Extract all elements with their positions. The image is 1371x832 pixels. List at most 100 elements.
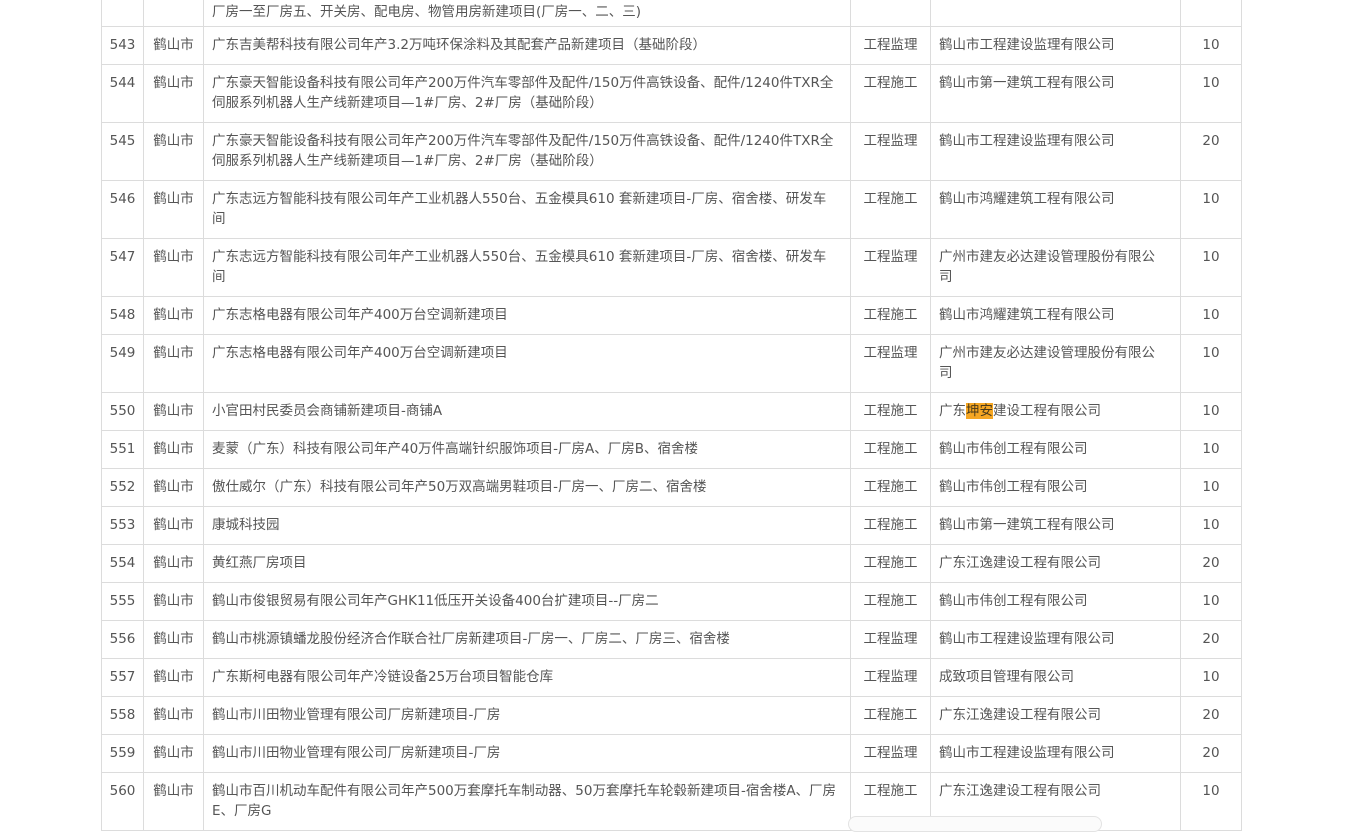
cell-type: 工程施工: [850, 506, 931, 545]
table-row: 554 鹤山市 黄红燕厂房项目 工程施工 广东江逸建设工程有限公司 20: [101, 544, 1242, 583]
cell-type: 工程施工: [850, 544, 931, 583]
cell-score: 10: [1180, 430, 1242, 469]
cell-city: 鹤山市: [143, 26, 204, 65]
table-row: 543 鹤山市 广东吉美帮科技有限公司年产3.2万吨环保涂料及其配套产品新建项目（基…: [101, 26, 1242, 65]
cell-type: 工程监理: [850, 334, 931, 393]
cell-project-text: 楼、配电房新建项目(厂房一、厂房八); 鹤山市址山镇四九村禾房股份经济合作社鹤山…: [212, 4, 642, 20]
cell-score: 10: [1180, 26, 1242, 65]
cell-score: [1180, 0, 1242, 27]
cell-city: 鹤山市: [143, 658, 204, 697]
cell-no: 545: [101, 122, 144, 181]
cell-type: 工程施工: [850, 64, 931, 123]
cell-no: 547: [101, 238, 144, 297]
cell-no: 551: [101, 430, 144, 469]
cell-company: 鹤山市鸿耀建筑工程有限公司: [930, 180, 1181, 239]
cell-project: 黄红燕厂房项目: [203, 544, 851, 583]
table-row: 549 鹤山市 广东志格电器有限公司年产400万台空调新建项目 工程监理 广州市建友必达…: [101, 334, 1242, 393]
cell-city: 鹤山市: [143, 64, 204, 123]
cell-no: 558: [101, 696, 144, 735]
cell-score: 10: [1180, 772, 1242, 831]
cell-no: 557: [101, 658, 144, 697]
cell-score: 20: [1180, 620, 1242, 659]
table-row: 547 鹤山市 广东志远方智能科技有限公司年产工业机器人550台、五金模具610 套…: [101, 238, 1242, 297]
cell-city: 鹤山市: [143, 506, 204, 545]
cell-score: 10: [1180, 468, 1242, 507]
floating-widget-edge[interactable]: [848, 816, 1102, 832]
cell-score: 20: [1180, 734, 1242, 773]
cell-type: 工程监理: [850, 238, 931, 297]
cell-company: 鹤山市伟创工程有限公司: [930, 430, 1181, 469]
cell-type: 工程监理: [850, 620, 931, 659]
cell-no: 544: [101, 64, 144, 123]
cell-company: 广东江逸建设工程有限公司: [930, 544, 1181, 583]
cell-type: [850, 0, 931, 27]
cell-type: 工程施工: [850, 582, 931, 621]
cell-no: 543: [101, 26, 144, 65]
table-row: 553 鹤山市 康城科技园 工程施工 鹤山市第一建筑工程有限公司 10: [101, 506, 1242, 545]
cell-no: [101, 0, 144, 27]
cell-project: 鹤山市百川机动车配件有限公司年产500万套摩托车制动器、50万套摩托车轮毂新建项…: [203, 772, 851, 831]
results-table-body: 楼、配电房新建项目(厂房一、厂房八); 鹤山市址山镇四九村禾房股份经济合作社鹤山…: [101, 0, 1242, 831]
cell-project: 广东斯柯电器有限公司年产冷链设备25万台项目智能仓库: [203, 658, 851, 697]
cell-city: 鹤山市: [143, 122, 204, 181]
cell-no: 549: [101, 334, 144, 393]
cell-type: 工程施工: [850, 392, 931, 431]
cell-project: 傲仕威尔（广东）科技有限公司年产50万双高端男鞋项目-厂房一、厂房二、宿舍楼: [203, 468, 851, 507]
table-row: 551 鹤山市 麦蒙（广东）科技有限公司年产40万件高端针织服饰项目-厂房A、厂房B…: [101, 430, 1242, 469]
cell-score: 10: [1180, 582, 1242, 621]
cell-company: 广州市建友必达建设管理股份有限公司: [930, 238, 1181, 297]
table-row: 548 鹤山市 广东志格电器有限公司年产400万台空调新建项目 工程施工 鹤山市鸿耀建筑…: [101, 296, 1242, 335]
cell-city: 鹤山市: [143, 334, 204, 393]
cell-score: 20: [1180, 122, 1242, 181]
cell-no: 554: [101, 544, 144, 583]
cell-company: 鹤山市第一建筑工程有限公司: [930, 506, 1181, 545]
cell-score: 10: [1180, 180, 1242, 239]
cell-city: 鹤山市: [143, 734, 204, 773]
cell-project: 楼、配电房新建项目(厂房一、厂房八); 鹤山市址山镇四九村禾房股份经济合作社鹤山…: [203, 0, 851, 27]
cell-city: 鹤山市: [143, 180, 204, 239]
table-row: 550 鹤山市 小官田村民委员会商铺新建项目-商铺A 工程施工 广东坤安建设工程有限公司…: [101, 392, 1242, 431]
cell-project: 鹤山市川田物业管理有限公司厂房新建项目-厂房: [203, 696, 851, 735]
cell-score: 10: [1180, 296, 1242, 335]
cell-project: 广东志格电器有限公司年产400万台空调新建项目: [203, 296, 851, 335]
cell-type: 工程施工: [850, 180, 931, 239]
cell-project: 广东志远方智能科技有限公司年产工业机器人550台、五金模具610 套新建项目-厂…: [203, 180, 851, 239]
cell-company: 鹤山市鸿耀建筑工程有限公司: [930, 296, 1181, 335]
cell-city: 鹤山市: [143, 296, 204, 335]
cell-company: 广州市建友必达建设管理股份有限公司: [930, 334, 1181, 393]
cell-type: 工程监理: [850, 658, 931, 697]
cell-no: 548: [101, 296, 144, 335]
cell-city: 鹤山市: [143, 544, 204, 583]
cell-score: 10: [1180, 64, 1242, 123]
cell-city: 鹤山市: [143, 430, 204, 469]
table-row: 558 鹤山市 鹤山市川田物业管理有限公司厂房新建项目-厂房 工程施工 广东江逸建设工程…: [101, 696, 1242, 735]
cell-company: 鹤山市第一建筑工程有限公司: [930, 64, 1181, 123]
cell-company: 成致项目管理有限公司: [930, 658, 1181, 697]
cell-no: 555: [101, 582, 144, 621]
cell-no: 552: [101, 468, 144, 507]
cell-no: 559: [101, 734, 144, 773]
cell-no: 550: [101, 392, 144, 431]
cell-type: 工程监理: [850, 122, 931, 181]
cell-project: 鹤山市桃源镇蟠龙股份经济合作联合社厂房新建项目-厂房一、厂房二、厂房三、宿舍楼: [203, 620, 851, 659]
cell-city: 鹤山市: [143, 696, 204, 735]
cell-company: 鹤山市伟创工程有限公司: [930, 468, 1181, 507]
cell-project: 广东豪天智能设备科技有限公司年产200万件汽车零部件及配件/150万件高铁设备、…: [203, 122, 851, 181]
cell-company: 鹤山市工程建设监理有限公司: [930, 620, 1181, 659]
results-table-container: 楼、配电房新建项目(厂房一、厂房八); 鹤山市址山镇四九村禾房股份经济合作社鹤山…: [101, 0, 1242, 831]
table-row-partial: 楼、配电房新建项目(厂房一、厂房八); 鹤山市址山镇四九村禾房股份经济合作社鹤山…: [101, 0, 1242, 27]
table-row: 544 鹤山市 广东豪天智能设备科技有限公司年产200万件汽车零部件及配件/150万…: [101, 64, 1242, 123]
cell-no: 556: [101, 620, 144, 659]
cell-score: 10: [1180, 238, 1242, 297]
cell-company: 鹤山市工程建设监理有限公司: [930, 26, 1181, 65]
cell-city: 鹤山市: [143, 392, 204, 431]
table-row: 557 鹤山市 广东斯柯电器有限公司年产冷链设备25万台项目智能仓库 工程监理 成致项目…: [101, 658, 1242, 697]
cell-score: 10: [1180, 334, 1242, 393]
company-text-suffix: 建设工程有限公司: [993, 403, 1101, 419]
cell-city: [143, 0, 204, 27]
cell-type: 工程施工: [850, 430, 931, 469]
cell-score: 10: [1180, 506, 1242, 545]
cell-score: 20: [1180, 544, 1242, 583]
cell-no: 546: [101, 180, 144, 239]
table-row: 552 鹤山市 傲仕威尔（广东）科技有限公司年产50万双高端男鞋项目-厂房一、厂房二…: [101, 468, 1242, 507]
